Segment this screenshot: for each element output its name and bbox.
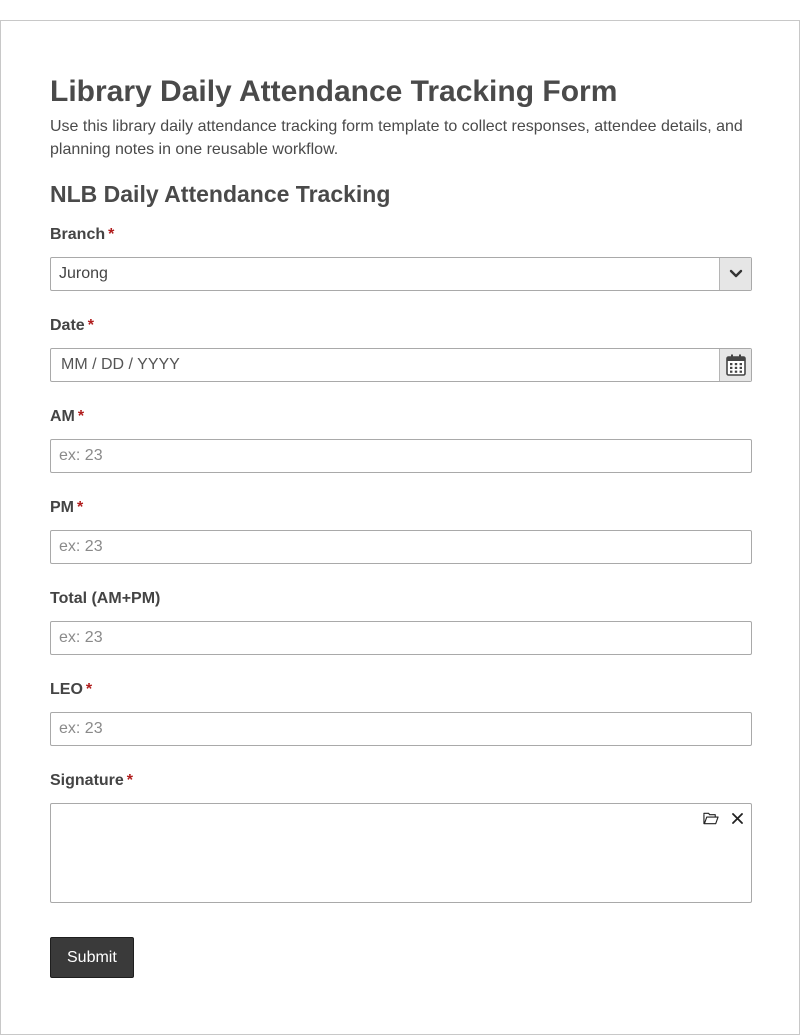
required-mark: *: [87, 317, 94, 334]
required-mark: *: [126, 772, 134, 789]
section-title: NLB Daily Attendance Tracking: [50, 181, 391, 207]
field-total: Total (AM+PM) ex: 23: [50, 589, 752, 655]
am-label: AM: [50, 408, 75, 425]
total-input[interactable]: ex: 23: [50, 621, 752, 655]
chevron-down-icon: [729, 269, 742, 278]
branch-dropdown-button[interactable]: [719, 258, 751, 290]
signature-label: Signature: [50, 772, 124, 789]
am-input[interactable]: ex: 23: [50, 439, 752, 473]
field-am: AM * ex: 23: [50, 407, 752, 473]
pm-input[interactable]: ex: 23: [50, 530, 752, 564]
pm-label: PM: [50, 499, 74, 516]
field-date: Date * MM / DD / YYYY: [50, 316, 752, 382]
signature-clear-button[interactable]: [729, 810, 745, 826]
date-placeholder: MM / DD / YYYY: [61, 356, 180, 373]
date-input[interactable]: MM / DD / YYYY: [50, 348, 752, 382]
form-page: Library Daily Attendance Tracking Form U…: [0, 20, 800, 1035]
form-content: Library Daily Attendance Tracking Form U…: [50, 73, 752, 978]
leo-placeholder: ex: 23: [59, 720, 103, 737]
total-placeholder: ex: 23: [59, 629, 103, 646]
calendar-icon: [725, 354, 746, 376]
signature-pad[interactable]: [50, 803, 752, 903]
signature-upload-button[interactable]: [703, 810, 719, 826]
required-mark: *: [77, 499, 84, 516]
branch-select[interactable]: Jurong: [50, 257, 752, 291]
leo-input[interactable]: ex: 23: [50, 712, 752, 746]
submit-button[interactable]: Submit: [50, 937, 134, 978]
field-branch: Branch * Jurong: [50, 225, 752, 291]
form-title: Library Daily Attendance Tracking Form: [50, 75, 618, 108]
field-pm: PM * ex: 23: [50, 498, 752, 564]
required-mark: *: [85, 681, 93, 698]
folder-open-icon: [703, 812, 719, 824]
leo-label: LEO: [50, 681, 83, 698]
required-mark: *: [77, 408, 85, 425]
pm-placeholder: ex: 23: [59, 538, 103, 555]
branch-label: Branch: [50, 226, 106, 243]
date-picker-button[interactable]: [719, 349, 751, 381]
field-leo: LEO * ex: 23: [50, 680, 752, 746]
field-signature: Signature *: [50, 771, 752, 903]
branch-selected-value: Jurong: [59, 265, 108, 282]
required-mark: *: [108, 226, 115, 243]
date-label: Date: [50, 317, 85, 334]
am-placeholder: ex: 23: [59, 447, 103, 464]
signature-tools: [703, 810, 745, 826]
close-icon: [731, 812, 743, 824]
total-label: Total (AM+PM): [50, 590, 161, 607]
form-description: Use this library daily attendance tracki…: [50, 118, 743, 158]
